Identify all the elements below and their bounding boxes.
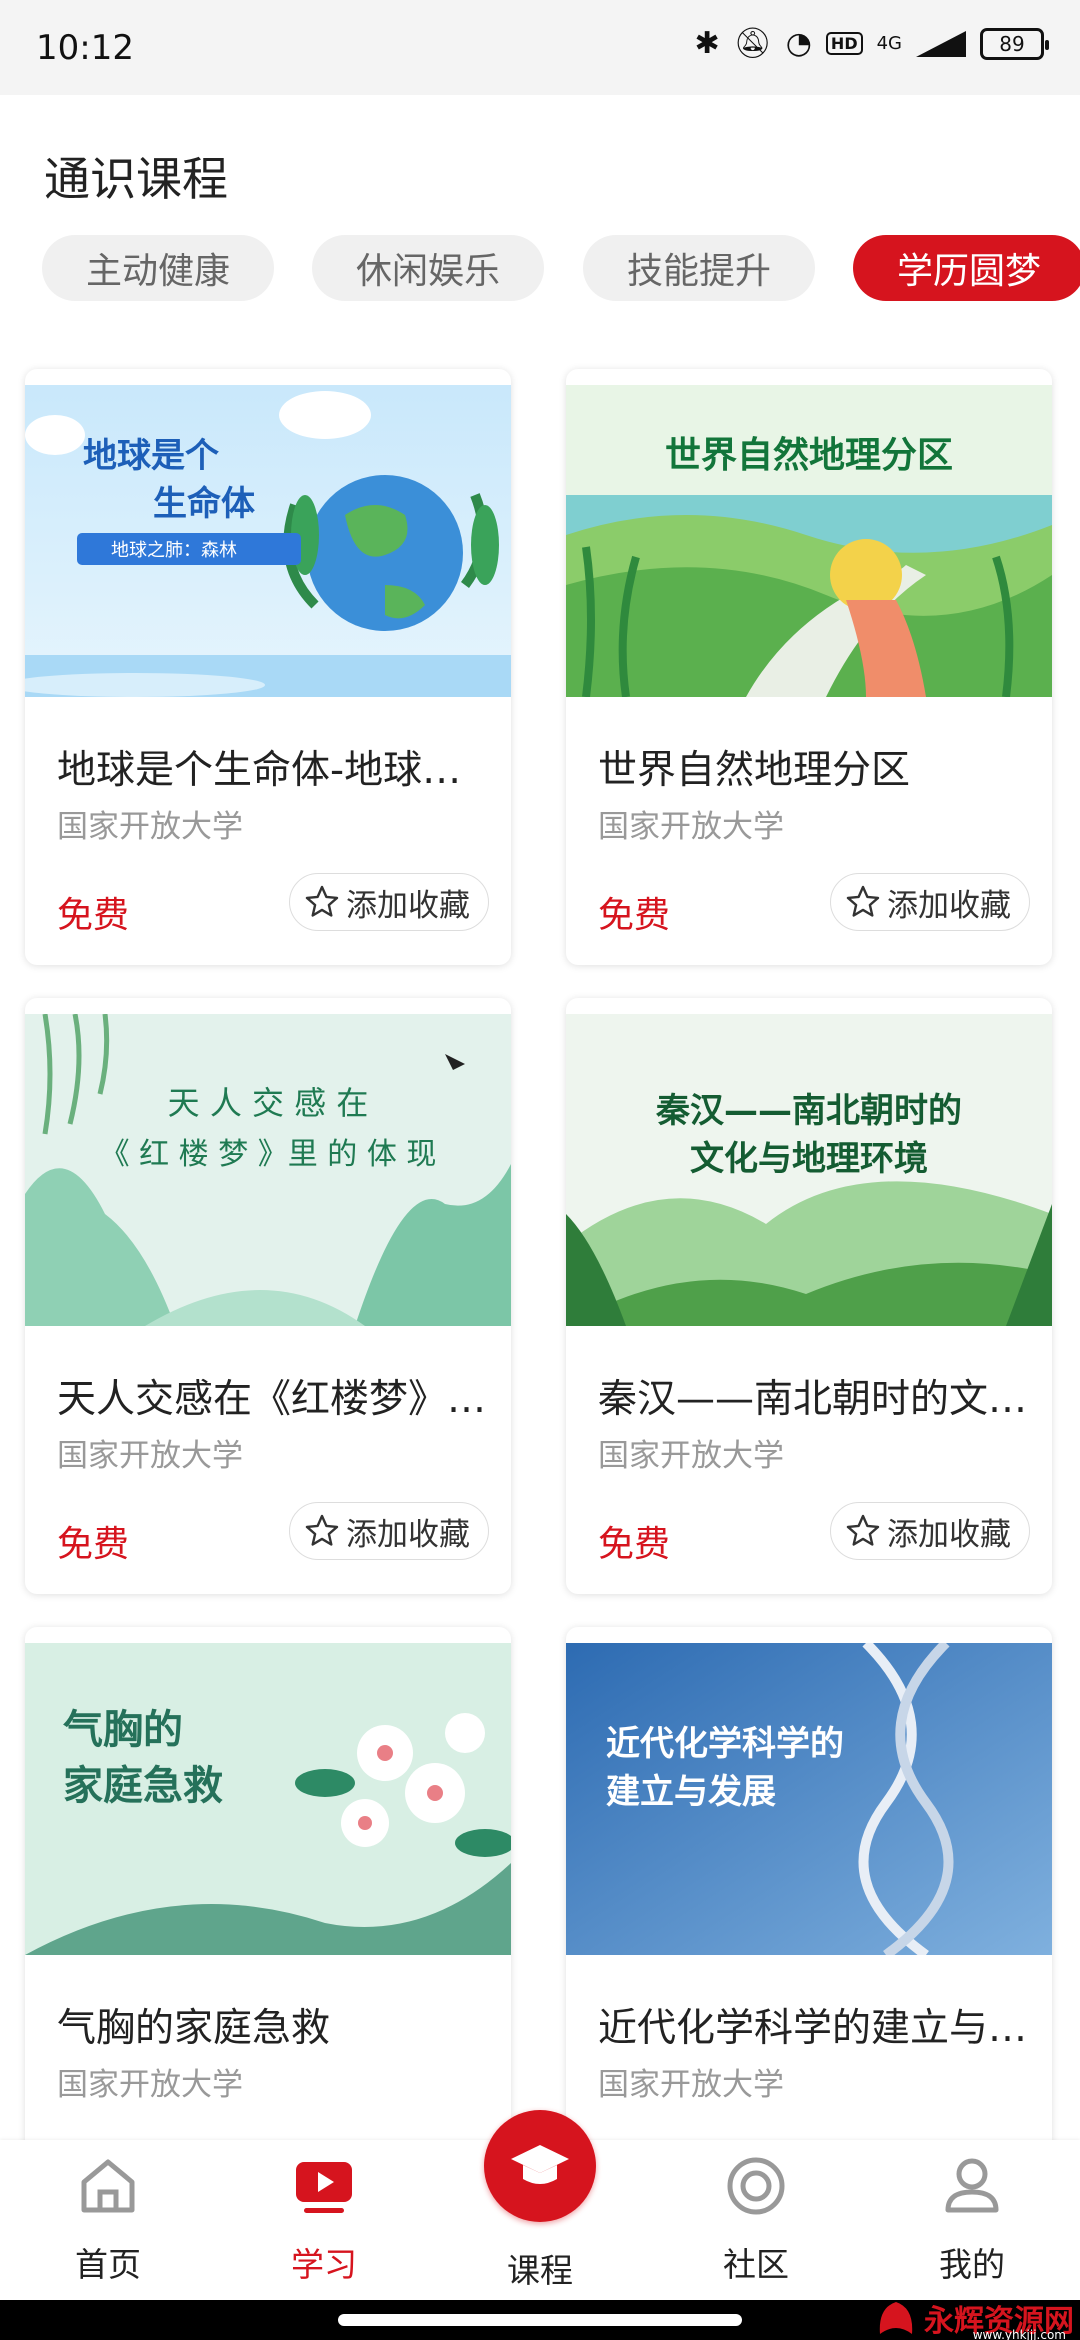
course-card[interactable]: 秦汉——南北朝时的 文化与地理环境 秦汉——南北朝时的文化与地理环境 国家开放大…	[566, 998, 1052, 1594]
course-cover-image: 地球是个 生命体 地球之肺：森林	[25, 385, 511, 697]
watermark: 永辉资源网 www.yhkjjj.com	[876, 2296, 1074, 2340]
course-thumbnail: 气胸的 家庭急救	[25, 1643, 511, 1955]
course-card[interactable]: 气胸的 家庭急救 气胸的家庭急救 国家开放大学	[25, 1627, 511, 2223]
cover-text: 地球是个	[83, 436, 219, 476]
status-bar: 10:12 ✱ 🔕︎ ◔ HD 4G 89	[0, 0, 1080, 95]
nav-profile[interactable]: 我的	[892, 2140, 1052, 2300]
course-provider: 国家开放大学	[598, 2067, 784, 2103]
cover-text: 家庭急救	[63, 1762, 223, 1809]
course-title: 地球是个生命体-地球之肺：森林	[57, 748, 487, 793]
course-cover-image: 气胸的 家庭急救	[25, 1643, 511, 1955]
network-type: 4G	[876, 32, 902, 54]
tab-degree[interactable]: 学历圆梦	[853, 235, 1080, 301]
status-icons: ✱ 🔕︎ ◔ HD 4G 89	[694, 26, 1049, 61]
watermark-url: www.yhkjjj.com	[972, 2328, 1066, 2340]
mute-bell-icon: 🔕︎	[733, 26, 772, 61]
star-icon	[846, 885, 880, 917]
graduation-cap-icon	[511, 2145, 569, 2184]
nav-label: 我的	[939, 2245, 1005, 2284]
add-favorite-button[interactable]: 添加收藏	[830, 873, 1030, 931]
course-thumbnail: 天 人 交 感 在 《 红 楼 梦 》里 的 体 现	[25, 1014, 511, 1326]
course-provider: 国家开放大学	[598, 1438, 784, 1474]
tab-skills[interactable]: 技能提升	[583, 235, 815, 301]
nav-label: 学习	[291, 2245, 357, 2284]
hd-icon: HD	[825, 32, 863, 55]
cover-text: 《 红 楼 梦 》里 的 体 现	[100, 1137, 437, 1172]
course-title: 天人交感在《红楼梦》里的体现	[57, 1377, 487, 1422]
star-icon	[305, 1514, 339, 1546]
course-thumbnail: 秦汉——南北朝时的 文化与地理环境	[566, 1014, 1052, 1326]
course-card[interactable]: 世界自然地理分区 世界自然地理分区 国家开放大学 免费 添加收藏	[566, 369, 1052, 965]
cover-text: 建立与发展	[606, 1772, 776, 1812]
course-cover-image: 世界自然地理分区	[566, 385, 1052, 697]
add-favorite-label: 添加收藏	[346, 1516, 470, 1553]
course-card[interactable]: 地球是个 生命体 地球之肺：森林 地球是个生命体-地球之肺：森林 国家开放大学 …	[25, 369, 511, 965]
nav-home[interactable]: 首页	[28, 2140, 188, 2300]
add-favorite-button[interactable]: 添加收藏	[830, 1502, 1030, 1560]
cover-text: 秦汉——南北朝时的	[655, 1091, 962, 1131]
tab-active-health[interactable]: 主动健康	[42, 235, 274, 301]
course-cover-image: 秦汉——南北朝时的 文化与地理环境	[566, 1014, 1052, 1326]
course-provider: 国家开放大学	[57, 809, 243, 845]
course-card[interactable]: 近代化学科学的 建立与发展 近代化学科学的建立与发展 国家开放大学	[566, 1627, 1052, 2223]
page-title: 通识课程	[44, 152, 228, 206]
cover-text: 气胸的	[63, 1706, 183, 1753]
course-thumbnail: 近代化学科学的 建立与发展	[566, 1643, 1052, 1955]
cover-text: 近代化学科学的	[606, 1724, 844, 1764]
main-content: 通识课程 主动健康 休闲娱乐 技能提升 学历圆梦 地球是个 生命体 地球之肺：森…	[0, 95, 1080, 2223]
course-provider: 国家开放大学	[57, 2067, 243, 2103]
add-favorite-label: 添加收藏	[887, 887, 1011, 924]
bottom-nav: 首页 学习 课程 社区 我的	[0, 2110, 1080, 2300]
alarm-icon: ◔	[785, 26, 812, 61]
add-favorite-button[interactable]: 添加收藏	[289, 1502, 489, 1560]
battery-level: 89	[999, 31, 1025, 56]
cover-text: 天 人 交 感 在	[168, 1084, 369, 1122]
course-title: 秦汉——南北朝时的文化与地理环境	[598, 1377, 1028, 1422]
status-time: 10:12	[36, 28, 134, 68]
course-price: 免费	[598, 895, 671, 936]
course-provider: 国家开放大学	[598, 809, 784, 845]
course-price: 免费	[598, 1524, 671, 1565]
bluetooth-icon: ✱	[694, 26, 720, 61]
course-provider: 国家开放大学	[57, 1438, 243, 1474]
star-icon	[846, 1514, 880, 1546]
community-circle-icon	[727, 2157, 785, 2215]
course-cover-image: 天 人 交 感 在 《 红 楼 梦 》里 的 体 现	[25, 1014, 511, 1326]
nav-label: 首页	[75, 2245, 141, 2284]
tab-leisure[interactable]: 休闲娱乐	[312, 235, 544, 301]
battery-icon: 89	[980, 27, 1049, 60]
course-price: 免费	[57, 895, 130, 936]
add-favorite-label: 添加收藏	[887, 1516, 1011, 1553]
cover-text: 世界自然地理分区	[665, 434, 953, 476]
watermark-logo-icon	[879, 2302, 913, 2334]
cover-text: 生命体	[153, 484, 255, 524]
nav-courses[interactable]: 课程	[460, 2110, 620, 2300]
course-card[interactable]: 天 人 交 感 在 《 红 楼 梦 》里 的 体 现 天人交感在《红楼梦》里的体…	[25, 998, 511, 1594]
profile-icon	[945, 2158, 999, 2213]
video-play-icon	[296, 2162, 352, 2213]
add-favorite-button[interactable]: 添加收藏	[289, 873, 489, 931]
course-title: 世界自然地理分区	[598, 748, 911, 793]
course-title: 气胸的家庭急救	[57, 2006, 331, 2051]
nav-label: 课程	[507, 2251, 573, 2290]
signal-icon	[916, 30, 966, 57]
courses-button-bubble	[484, 2110, 596, 2222]
cover-tag: 地球之肺：森林	[111, 540, 237, 561]
nav-label: 社区	[723, 2245, 789, 2284]
nav-community[interactable]: 社区	[676, 2140, 836, 2300]
add-favorite-label: 添加收藏	[346, 887, 470, 924]
nav-study[interactable]: 学习	[244, 2140, 404, 2300]
category-tabs: 主动健康 休闲娱乐 技能提升 学历圆梦	[42, 235, 1080, 301]
course-thumbnail: 地球是个 生命体 地球之肺：森林	[25, 385, 511, 697]
home-indicator[interactable]	[338, 2314, 742, 2326]
course-title: 近代化学科学的建立与发展	[598, 2006, 1028, 2051]
course-price: 免费	[57, 1524, 130, 1565]
course-thumbnail: 世界自然地理分区	[566, 385, 1052, 697]
cover-text: 文化与地理环境	[690, 1139, 928, 1179]
home-icon	[81, 2159, 135, 2213]
star-icon	[305, 885, 339, 917]
course-cover-image: 近代化学科学的 建立与发展	[566, 1643, 1052, 1955]
